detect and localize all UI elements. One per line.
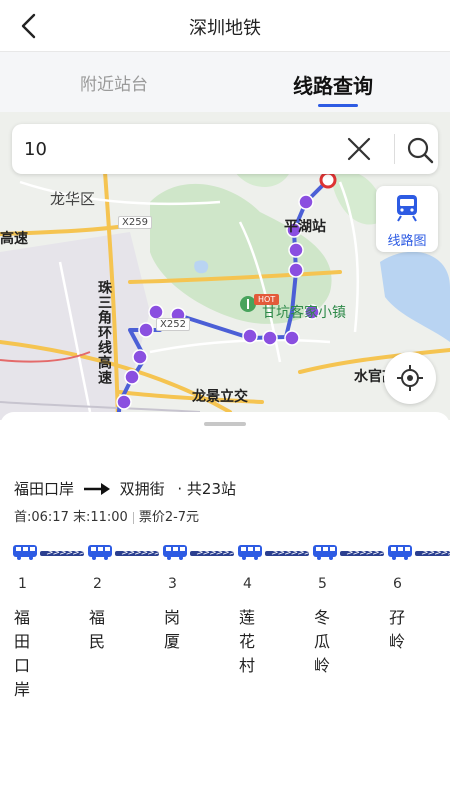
bus-icon (88, 545, 112, 560)
station-list[interactable]: >>>>>>>> 1 福田口岸 >>>>>>>> 2 福民 >>>>>>>> 3… (0, 540, 450, 720)
station-number: 2 (93, 576, 102, 592)
active-tab-indicator (318, 104, 358, 107)
route-segment: >>>>>>>> (340, 548, 399, 558)
line-origin: 福田口岸 (14, 480, 75, 498)
crosshair-icon (397, 365, 423, 391)
clear-icon[interactable] (346, 136, 372, 162)
line-summary: 福田口岸 双拥街 · 共23站 (14, 478, 236, 499)
train-icon (397, 195, 417, 222)
drag-handle[interactable] (204, 422, 246, 426)
map-label-district: 龙华区 (50, 190, 96, 208)
route-segment: >>>>>> (415, 548, 450, 558)
route-segment: >>>>>>>> (115, 548, 174, 558)
locate-button[interactable] (384, 352, 436, 404)
tab-nearby-stops[interactable]: 附近站台 (80, 70, 148, 95)
search-box (12, 124, 438, 174)
station-name[interactable]: 福田口岸 (14, 606, 34, 702)
route-segment: >>>>>>>> (40, 548, 99, 558)
bus-icon (163, 545, 187, 560)
bus-icon (313, 545, 337, 560)
station-name[interactable]: 冬瓜岭 (314, 606, 334, 678)
top-bar: 深圳地铁 (0, 0, 450, 52)
bus-icon (13, 545, 37, 560)
line-detail-panel: 福田口岸 双拥街 · 共23站 首:06:17 末:11:00 票价2-7元 >>… (0, 412, 450, 800)
bus-icon (388, 545, 412, 560)
page-title: 深圳地铁 (189, 18, 261, 39)
tab-line-query[interactable]: 线路查询 (293, 70, 373, 99)
map-label-road-code: X252 (156, 318, 190, 331)
station-name[interactable]: 孖岭 (389, 606, 409, 654)
arrow-right-icon (83, 482, 110, 495)
search-icon[interactable] (406, 136, 434, 164)
station-number: 5 (318, 576, 327, 592)
station-number: 1 (18, 576, 27, 592)
map-view[interactable]: 龙华区 X259 平湖站 高速 珠三角环线高速 X252 HOT 甘坑客家小镇 … (0, 112, 450, 420)
route-map-label: 线路图 (387, 234, 427, 249)
route-segment: >>>>>>>> (265, 548, 324, 558)
station-number: 4 (243, 576, 252, 592)
route-segment: >>>>>>>> (190, 548, 249, 558)
station-count: · 共23站 (177, 480, 236, 498)
fare-range: 票价2-7元 (138, 510, 200, 525)
line-destination: 双拥街 (119, 480, 165, 498)
station-name[interactable]: 莲花村 (239, 606, 259, 678)
map-label-road-code: X259 (118, 216, 152, 229)
map-label-station: 平湖站 (284, 219, 326, 235)
route-map-button[interactable]: 线路图 (376, 186, 438, 252)
station-number: 6 (393, 576, 402, 592)
station-name[interactable]: 岗厦 (164, 606, 184, 654)
map-label-poi[interactable]: 甘坑客家小镇 (262, 302, 346, 322)
line-meta: 首:06:17 末:11:00 票价2-7元 (14, 506, 199, 525)
service-hours: 首:06:17 末:11:00 (14, 510, 128, 525)
station-name[interactable]: 福民 (89, 606, 109, 654)
station-number: 3 (168, 576, 177, 592)
map-label-highway: 高速 (0, 231, 28, 247)
tab-bar: 附近站台 线路查询 (0, 52, 450, 112)
search-input[interactable] (24, 136, 324, 162)
map-label-ring-highway: 珠三角环线高速 (96, 280, 112, 385)
bus-icon (238, 545, 262, 560)
map-label-interchange: 龙景立交 (192, 389, 248, 405)
meta-divider (132, 511, 134, 524)
search-divider (394, 134, 395, 164)
